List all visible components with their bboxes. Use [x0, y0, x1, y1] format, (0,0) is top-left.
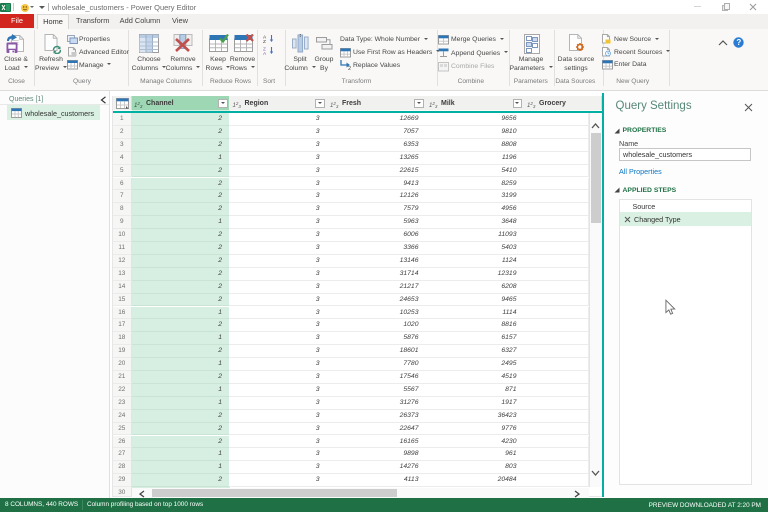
svg-text:A: A [263, 51, 267, 55]
svg-text:?: ? [736, 38, 741, 47]
svg-text:Z: Z [263, 39, 266, 43]
svg-text:2: 2 [348, 66, 351, 70]
